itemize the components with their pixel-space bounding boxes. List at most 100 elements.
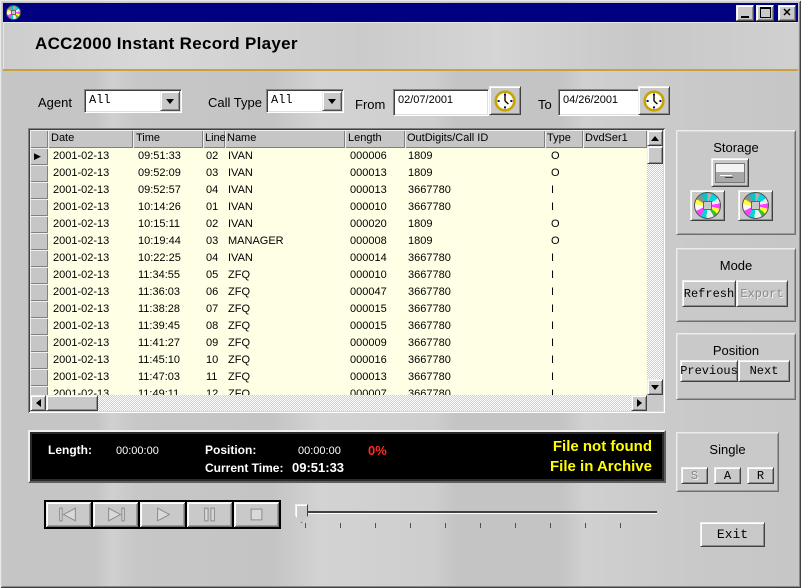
table-cell[interactable]: 3667780 [405, 386, 545, 395]
row-selector[interactable] [30, 318, 48, 335]
table-cell[interactable] [583, 335, 647, 352]
table-cell[interactable] [583, 165, 647, 182]
table-cell[interactable]: 000008 [345, 233, 405, 250]
single-r-button[interactable]: R [747, 467, 774, 484]
to-date-field[interactable]: 04/26/2001 [558, 89, 640, 116]
call-type-combobox[interactable]: All [266, 89, 344, 113]
table-cell[interactable] [583, 148, 647, 165]
table-cell[interactable]: IVAN [225, 250, 345, 267]
table-cell[interactable]: 04 [203, 182, 225, 199]
row-selector[interactable] [30, 233, 48, 250]
maximize-button[interactable] [756, 5, 774, 21]
table-cell[interactable] [583, 216, 647, 233]
table-cell[interactable]: 05 [203, 267, 225, 284]
table-cell[interactable]: 04 [203, 250, 225, 267]
table-cell[interactable]: 1809 [405, 148, 545, 165]
scroll-down-button[interactable] [647, 379, 663, 395]
scroll-left-button[interactable] [30, 395, 46, 411]
table-cell[interactable]: 2001-02-13 [48, 148, 133, 165]
table-cell[interactable]: O [545, 233, 583, 250]
table-cell[interactable]: 09:52:57 [133, 182, 203, 199]
table-cell[interactable]: 1809 [405, 216, 545, 233]
table-cell[interactable]: 3667780 [405, 318, 545, 335]
table-cell[interactable]: 000020 [345, 216, 405, 233]
table-cell[interactable]: 000016 [345, 352, 405, 369]
table-cell[interactable]: 2001-02-13 [48, 369, 133, 386]
table-cell[interactable] [583, 267, 647, 284]
scroll-right-button[interactable] [631, 395, 647, 411]
table-cell[interactable]: 09 [203, 335, 225, 352]
table-cell[interactable]: 1809 [405, 165, 545, 182]
pause-button[interactable] [187, 502, 232, 527]
skip-to-start-button[interactable] [46, 502, 91, 527]
table-cell[interactable]: 11:34:55 [133, 267, 203, 284]
table-cell[interactable]: 09:52:09 [133, 165, 203, 182]
row-selector[interactable] [30, 352, 48, 369]
table-row[interactable]: 2001-02-1311:34:5505ZFQ0000103667780I [30, 267, 647, 284]
table-cell[interactable]: ZFQ [225, 318, 345, 335]
table-cell[interactable]: 3667780 [405, 352, 545, 369]
table-cell[interactable]: ZFQ [225, 267, 345, 284]
table-row[interactable]: 2001-02-1310:15:1102IVAN0000201809O [30, 216, 647, 233]
row-selector[interactable] [30, 267, 48, 284]
table-cell[interactable]: 11:49:11 [133, 386, 203, 395]
table-cell[interactable]: 2001-02-13 [48, 386, 133, 395]
slider-track[interactable] [301, 511, 657, 513]
table-cell[interactable]: 2001-02-13 [48, 301, 133, 318]
table-cell[interactable] [583, 352, 647, 369]
table-cell[interactable]: 06 [203, 284, 225, 301]
table-cell[interactable]: 000015 [345, 301, 405, 318]
table-cell[interactable]: 10:15:11 [133, 216, 203, 233]
table-cell[interactable]: 3667780 [405, 301, 545, 318]
table-cell[interactable]: 2001-02-13 [48, 267, 133, 284]
hard-drive-button[interactable] [711, 158, 749, 187]
table-cell[interactable]: 2001-02-13 [48, 233, 133, 250]
table-cell[interactable]: O [545, 165, 583, 182]
table-cell[interactable]: ZFQ [225, 369, 345, 386]
agent-dropdown-button[interactable] [160, 91, 180, 111]
table-cell[interactable]: 02 [203, 148, 225, 165]
minimize-button[interactable] [736, 5, 754, 21]
table-cell[interactable]: 10:22:25 [133, 250, 203, 267]
single-s-button[interactable]: S [681, 467, 708, 484]
exit-button[interactable]: Exit [700, 522, 765, 547]
next-button[interactable]: Next [738, 360, 790, 382]
slider-thumb[interactable] [295, 504, 308, 523]
table-cell[interactable]: IVAN [225, 216, 345, 233]
row-selector[interactable] [30, 250, 48, 267]
export-button[interactable]: Export [736, 280, 788, 307]
table-cell[interactable]: I [545, 386, 583, 395]
table-row[interactable]: 2001-02-1311:49:1112ZFQ0000073667780I [30, 386, 647, 395]
column-header-date[interactable]: Date [48, 130, 133, 148]
table-cell[interactable]: I [545, 267, 583, 284]
table-cell[interactable]: 2001-02-13 [48, 318, 133, 335]
table-row[interactable]: ▶2001-02-1309:51:3302IVAN0000061809O [30, 148, 647, 165]
table-cell[interactable]: I [545, 284, 583, 301]
refresh-button[interactable]: Refresh [682, 280, 736, 307]
table-cell[interactable] [583, 199, 647, 216]
column-header-length[interactable]: Length [345, 130, 405, 148]
table-cell[interactable]: 2001-02-13 [48, 352, 133, 369]
seek-slider[interactable] [293, 503, 663, 529]
call-type-dropdown-button[interactable] [322, 91, 342, 111]
table-cell[interactable]: 11:45:10 [133, 352, 203, 369]
row-selector[interactable] [30, 199, 48, 216]
table-cell[interactable]: 3667780 [405, 267, 545, 284]
table-cell[interactable]: IVAN [225, 199, 345, 216]
table-cell[interactable]: 08 [203, 318, 225, 335]
vertical-scrollbar[interactable] [647, 130, 663, 395]
table-cell[interactable] [583, 369, 647, 386]
close-button[interactable]: ✕ [778, 5, 796, 21]
table-cell[interactable]: 2001-02-13 [48, 284, 133, 301]
table-cell[interactable]: 3667780 [405, 250, 545, 267]
table-cell[interactable]: 000010 [345, 267, 405, 284]
row-selector[interactable] [30, 216, 48, 233]
table-cell[interactable]: 11 [203, 369, 225, 386]
from-clock-button[interactable] [489, 86, 521, 115]
table-cell[interactable]: 3667780 [405, 335, 545, 352]
table-cell[interactable]: 000007 [345, 386, 405, 395]
table-cell[interactable]: 2001-02-13 [48, 250, 133, 267]
row-selector[interactable] [30, 369, 48, 386]
to-clock-button[interactable] [638, 86, 670, 115]
column-header-type[interactable]: Type [545, 130, 583, 148]
